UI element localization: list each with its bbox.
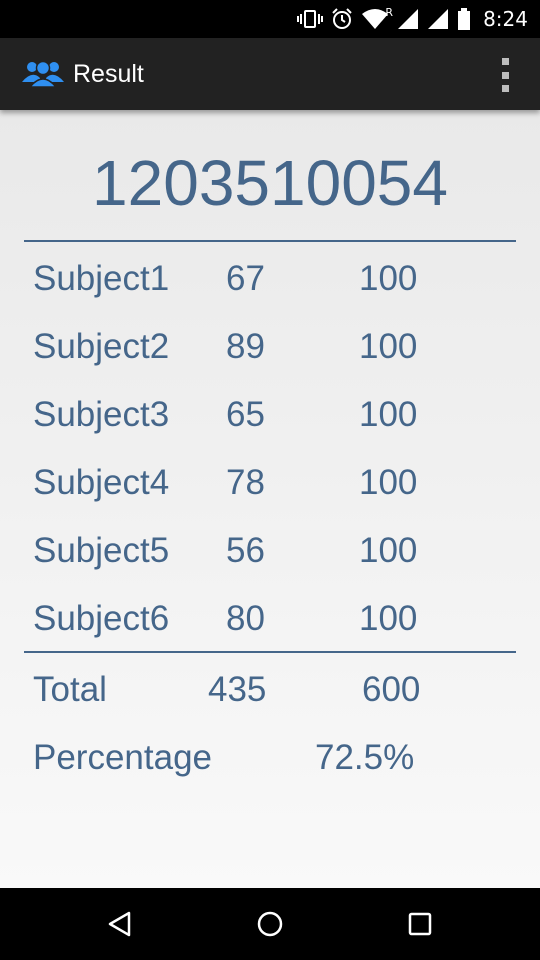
signal-icon — [397, 8, 419, 30]
subject-row: Subject2 89 100 — [0, 322, 540, 372]
navigation-bar — [0, 888, 540, 960]
alarm-icon — [331, 8, 353, 30]
status-time: 8:24 — [483, 7, 528, 31]
subject-max: 100 — [359, 531, 418, 570]
subject-row: Subject6 80 100 — [0, 594, 540, 644]
percentage-row: Percentage 72.5% — [0, 733, 540, 783]
subject-marks: 67 — [226, 259, 265, 298]
subject-max: 100 — [359, 599, 418, 638]
subject-max: 100 — [359, 327, 418, 366]
battery-icon — [457, 8, 471, 30]
status-icons: R 8:24 — [297, 0, 528, 38]
subject-row: Subject3 65 100 — [0, 390, 540, 440]
menu-dot — [501, 58, 509, 65]
subject-marks: 80 — [226, 599, 265, 638]
menu-dot — [501, 71, 509, 79]
subject-max: 100 — [359, 259, 418, 298]
page-title: Result — [73, 60, 144, 88]
subject-max: 100 — [359, 395, 418, 434]
total-marks: 435 — [208, 670, 267, 709]
subject-name: Subject4 — [33, 463, 170, 502]
divider — [24, 240, 516, 242]
signal-icon — [427, 8, 449, 30]
roll-number: 1203510054 — [92, 147, 448, 219]
subject-row: Subject1 67 100 — [0, 254, 540, 304]
subject-name: Subject1 — [33, 259, 170, 298]
subject-name: Subject3 — [33, 395, 170, 434]
subject-row: Subject4 78 100 — [0, 458, 540, 508]
percentage-label: Percentage — [33, 738, 213, 777]
total-label: Total — [33, 670, 107, 709]
total-max: 600 — [362, 670, 421, 709]
subject-marks: 56 — [226, 531, 265, 570]
home-icon[interactable] — [250, 904, 290, 944]
subject-marks: 89 — [226, 327, 265, 366]
status-bar: R 8:24 — [0, 0, 540, 38]
app-bar: Result — [0, 38, 540, 110]
subject-marks: 65 — [226, 395, 265, 434]
total-row: Total 435 600 — [0, 665, 540, 715]
recent-apps-icon[interactable] — [400, 904, 440, 944]
result-content: 1203510054 Subject1 67 100 Subject2 89 1… — [0, 110, 540, 888]
wifi-icon: R — [361, 6, 393, 30]
percentage-value: 72.5% — [315, 738, 415, 777]
overflow-menu-icon[interactable] — [498, 58, 512, 92]
subject-row: Subject5 56 100 — [0, 526, 540, 576]
back-icon[interactable] — [100, 904, 140, 944]
vibrate-icon — [297, 9, 324, 29]
subject-max: 100 — [359, 463, 418, 502]
menu-dot — [501, 85, 509, 92]
network-type-label: R — [385, 6, 394, 19]
users-icon — [22, 58, 64, 93]
subject-name: Subject2 — [33, 327, 170, 366]
divider — [24, 651, 516, 653]
subject-name: Subject5 — [33, 531, 170, 570]
subject-name: Subject6 — [33, 599, 170, 638]
subject-marks: 78 — [226, 463, 265, 502]
